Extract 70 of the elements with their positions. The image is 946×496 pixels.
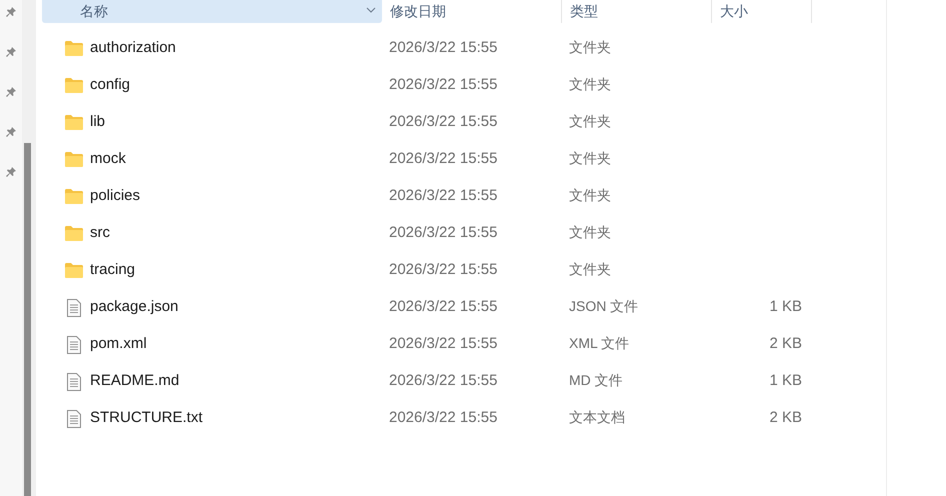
file-row[interactable]: pom.xml 2026/3/22 15:55 XML 文件 2 KB [42,326,886,363]
document-icon [67,372,81,390]
folder-icon [65,78,83,93]
file-name: src [90,223,110,244]
pin-icon [5,6,17,18]
file-type: 文件夹 [569,187,611,204]
file-name: tracing [90,260,136,280]
file-size: 1 KB [769,297,802,318]
file-row[interactable]: authorization 2026/3/22 15:55 文件夹 [42,30,886,67]
file-name: STRUCTURE.txt [90,408,202,428]
document-icon [67,336,81,354]
file-row[interactable]: tracing 2026/3/22 15:55 文件夹 [42,252,886,289]
folder-icon [65,226,83,241]
pin-icon [5,86,17,98]
modified-date: 2026/3/22 15:55 [389,113,498,130]
pin-icon [5,166,17,178]
pin-icon [5,126,17,138]
file-size: 2 KB [769,408,802,428]
file-type: 文件夹 [569,76,611,92]
file-name: authorization [90,38,176,58]
file-type: 文件夹 [569,261,611,278]
file-row[interactable]: README.md 2026/3/22 15:55 MD 文件 1 KB [42,363,886,400]
file-type: 文件夹 [569,113,611,130]
modified-date: 2026/3/22 15:55 [389,335,498,352]
file-name: config [90,75,130,96]
file-row[interactable]: STRUCTURE.txt 2026/3/22 15:55 文本文档 2 KB [42,400,886,437]
file-size: 2 KB [769,334,802,354]
file-row[interactable]: config 2026/3/22 15:55 文件夹 [42,67,886,104]
modified-date: 2026/3/22 15:55 [389,187,498,204]
modified-date: 2026/3/22 15:55 [389,372,498,390]
folder-icon [65,263,83,278]
modified-date: 2026/3/22 15:55 [389,261,498,278]
folder-icon [65,115,83,130]
file-type: XML 文件 [569,335,630,352]
file-name: package.json [90,297,178,318]
modified-date: 2026/3/22 15:55 [389,76,498,94]
file-type: 文件夹 [569,39,611,56]
folder-icon [65,41,83,56]
column-header[interactable]: 大小 [712,0,812,23]
file-name: README.md [90,371,180,392]
file-row[interactable]: package.json 2026/3/22 15:55 JSON 文件 1 KB [42,289,886,326]
column-header[interactable]: 修改日期 [382,0,562,23]
file-row[interactable]: policies 2026/3/22 15:55 文件夹 [42,178,886,215]
file-name: pom.xml [90,334,147,354]
file-type: 文本文档 [569,409,625,426]
file-size: 1 KB [769,371,802,392]
file-row[interactable]: src 2026/3/22 15:55 文件夹 [42,215,886,252]
column-header[interactable]: 类型 [562,0,712,23]
file-type: JSON 文件 [569,298,638,314]
file-name: mock [90,149,126,170]
file-type: 文件夹 [569,224,611,240]
file-row[interactable]: lib 2026/3/22 15:55 文件夹 [42,104,886,141]
column-header[interactable]: 名称 [42,0,382,23]
file-type: 文件夹 [569,150,611,166]
file-name: policies [90,186,140,206]
modified-date: 2026/3/22 15:55 [389,409,498,426]
modified-date: 2026/3/22 15:55 [389,224,498,242]
file-row[interactable]: mock 2026/3/22 15:55 文件夹 [42,141,886,178]
folder-icon [65,189,83,204]
folder-icon [65,152,83,167]
pin-icon [5,46,17,58]
document-icon [67,298,81,316]
file-type: MD 文件 [569,372,623,388]
document-icon [67,410,81,428]
scrollbar-thumb[interactable] [24,143,31,496]
chevron-down-icon[interactable] [366,7,376,13]
modified-date: 2026/3/22 15:55 [389,39,498,56]
modified-date: 2026/3/22 15:55 [389,150,498,168]
modified-date: 2026/3/22 15:55 [389,298,498,316]
file-name: lib [90,112,106,132]
